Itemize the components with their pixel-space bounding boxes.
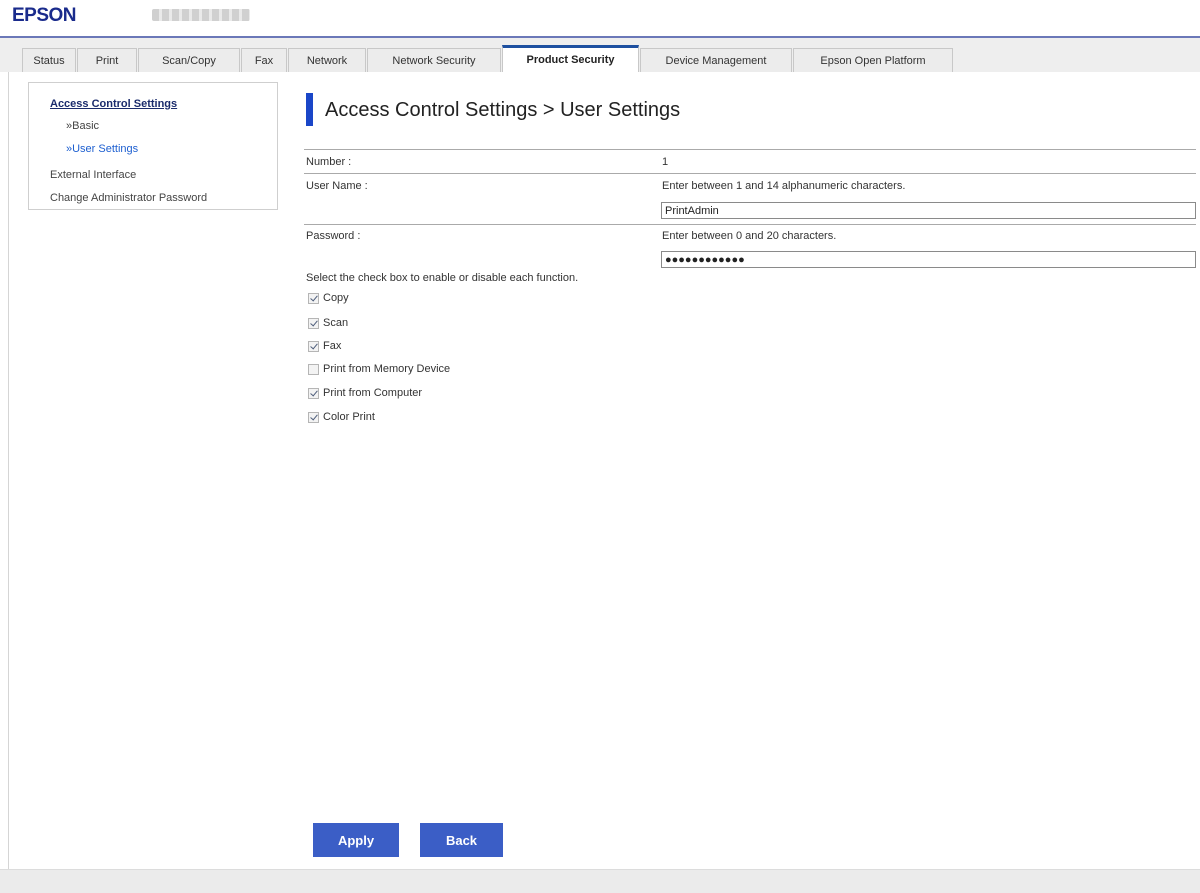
function-print-memory-row[interactable]: Print from Memory Device: [308, 362, 450, 376]
sidebar-item-basic[interactable]: »Basic: [66, 120, 99, 132]
function-print-computer-row[interactable]: Print from Computer: [308, 386, 422, 400]
tab-bar: Status Print Scan/Copy Fax Network Netwo…: [0, 36, 1200, 72]
scan-checkbox[interactable]: [308, 317, 319, 329]
fax-checkbox[interactable]: [308, 340, 319, 352]
print-computer-label: Print from Computer: [323, 387, 423, 399]
copy-checkbox[interactable]: [308, 292, 319, 304]
copy-label: Copy: [323, 292, 349, 304]
tab-network-security[interactable]: Network Security: [367, 48, 501, 72]
print-memory-checkbox[interactable]: [308, 363, 319, 375]
function-color-print-row[interactable]: Color Print: [308, 410, 375, 424]
print-memory-label: Print from Memory Device: [323, 363, 451, 375]
number-label: Number :: [306, 156, 352, 168]
sidebar-item-user-settings[interactable]: »User Settings: [66, 143, 138, 155]
username-hint: Enter between 1 and 14 alphanumeric char…: [662, 180, 906, 192]
tab-status[interactable]: Status: [22, 48, 76, 72]
back-button[interactable]: Back: [420, 823, 503, 857]
password-hint: Enter between 0 and 20 characters.: [662, 230, 837, 242]
color-print-checkbox[interactable]: [308, 411, 319, 423]
tab-network[interactable]: Network: [288, 48, 366, 72]
model-name-blurred: [152, 9, 250, 21]
color-print-label: Color Print: [323, 411, 375, 423]
divider: [304, 173, 1196, 174]
divider: [304, 224, 1196, 225]
title-accent-bar: [306, 93, 313, 126]
function-fax-row[interactable]: Fax: [308, 339, 341, 353]
sidebar-item-access-control-settings[interactable]: Access Control Settings: [50, 98, 177, 110]
function-instruction: Select the check box to enable or disabl…: [306, 272, 579, 284]
tab-scan-copy[interactable]: Scan/Copy: [138, 48, 240, 72]
sidebar-item-change-admin-password[interactable]: Change Administrator Password: [50, 192, 207, 204]
footer-bar: [0, 869, 1200, 893]
tab-list: Status Print Scan/Copy Fax Network Netwo…: [22, 45, 954, 74]
password-field[interactable]: [661, 251, 1196, 268]
header: EPSON: [0, 0, 1200, 32]
tab-fax[interactable]: Fax: [241, 48, 287, 72]
print-computer-checkbox[interactable]: [308, 387, 319, 399]
function-scan-row[interactable]: Scan: [308, 316, 348, 330]
username-field[interactable]: [661, 202, 1196, 219]
password-label: Password :: [306, 230, 361, 242]
tab-device-management[interactable]: Device Management: [640, 48, 792, 72]
scan-label: Scan: [323, 317, 349, 329]
username-label: User Name :: [306, 180, 368, 192]
epson-logo: EPSON: [12, 5, 77, 26]
number-value: 1: [662, 156, 669, 168]
tab-print[interactable]: Print: [77, 48, 137, 72]
tab-epson-open-platform[interactable]: Epson Open Platform: [793, 48, 953, 72]
sidebar-item-external-interface[interactable]: External Interface: [50, 169, 136, 181]
fax-label: Fax: [323, 340, 342, 352]
divider: [304, 149, 1196, 150]
tab-product-security[interactable]: Product Security: [502, 45, 639, 72]
function-copy-row[interactable]: Copy: [308, 291, 349, 305]
page-title: Access Control Settings > User Settings: [325, 99, 681, 121]
apply-button[interactable]: Apply: [313, 823, 399, 857]
